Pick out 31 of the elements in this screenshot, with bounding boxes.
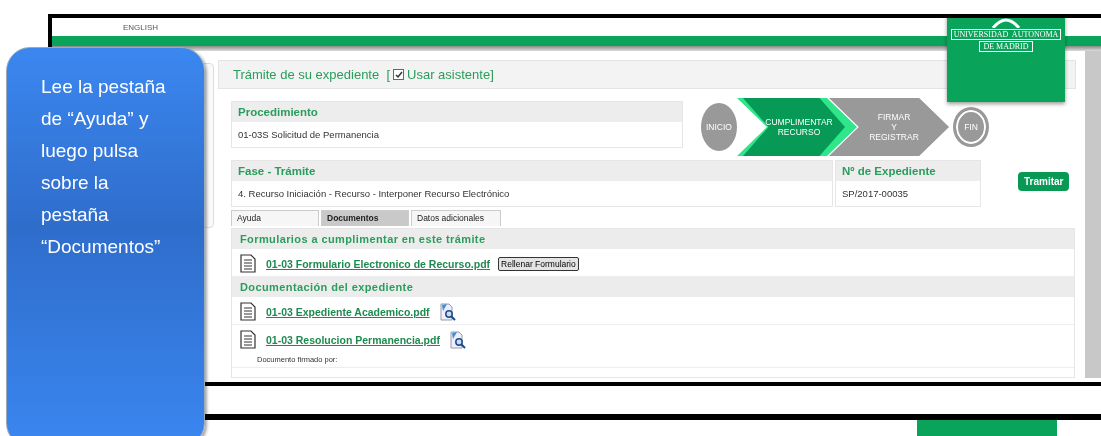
page-heading: Trámite de su expediente [: [233, 67, 391, 82]
panel-title: Nº de Expediente: [836, 161, 980, 181]
document-search-icon[interactable]: [439, 302, 456, 321]
panel-title: Procedimiento: [232, 102, 682, 122]
tab[interactable]: Documentos: [321, 210, 409, 226]
scrollbar[interactable]: [1085, 51, 1101, 378]
panel-value: 01-03S Solicitud de Permanencia: [237, 128, 380, 142]
panel-title: Fase - Trámite: [232, 161, 832, 181]
step-circle: FIN: [953, 107, 989, 147]
section-title: Formularios a cumplimentar en este trámite: [232, 229, 1074, 249]
crest-icon: [991, 18, 1021, 28]
document-icon: [240, 302, 256, 321]
step-circle: INICIO: [701, 103, 737, 151]
assistant-checkbox[interactable]: [393, 69, 405, 80]
panel-value: SP/2017-00035: [841, 187, 910, 201]
panel-value: 4. Recurso Iniciación - Recurso - Interponer Recurso Electrónico: [237, 187, 511, 201]
document-link[interactable]: 01-03 Formulario Electronico de Recurso.pdf: [266, 257, 491, 270]
section-title: Documentación del expediente: [232, 277, 1074, 297]
process-button[interactable]: Tramitar: [1018, 172, 1070, 191]
fill-form-button[interactable]: Rellenar Formulario: [498, 256, 579, 271]
document-search-icon[interactable]: [449, 330, 466, 349]
university-logo: UNIVERSIDAD AUTONOMA DE MADRID: [947, 18, 1065, 102]
document-icon: [240, 330, 256, 349]
document-link[interactable]: 01-03 Expediente Academico.pdf: [266, 305, 430, 318]
document-icon: [240, 254, 256, 273]
instruction-text: Lee la pestaña de “Ayuda” y luego pulsa sobre la pestaña “Documentos”: [41, 75, 167, 259]
document-link[interactable]: 01-03 Resolucion Permanencia.pdf: [266, 333, 440, 346]
language-link[interactable]: ENGLISH: [123, 22, 159, 32]
assistant-label: Usar asistente]: [407, 67, 494, 82]
tab[interactable]: Ayuda: [231, 210, 319, 226]
tab[interactable]: Datos adicionales: [411, 210, 501, 226]
